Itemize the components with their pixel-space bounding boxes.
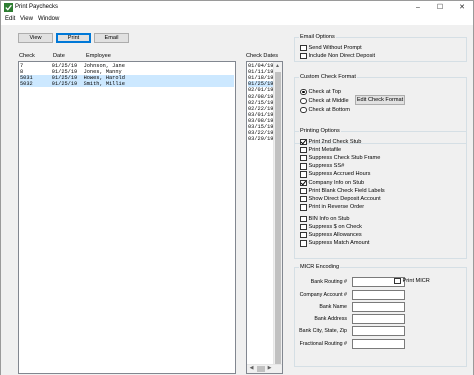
horizontal-scroll-thumb[interactable] <box>257 366 265 372</box>
print-paychecks-window: Print Paychecks – ☐ ✕ Edit View Window V… <box>0 0 474 375</box>
radio-circle[interactable] <box>300 88 307 95</box>
checkbox-label: Suppress Accrued Hours <box>308 171 371 178</box>
dates-horizontal-scrollbar[interactable]: ◀ ▶ <box>247 364 282 373</box>
micr-encoding-group: MICR Encoding Bank Routing # Company Acco… <box>294 264 467 367</box>
micr-field-input[interactable] <box>352 326 405 336</box>
checkbox-box[interactable] <box>300 240 307 247</box>
app-checkmark-icon <box>4 3 13 12</box>
checks-listbox[interactable]: 7 01/25/19 Johnson, Jane 8 01/25/19 Jone… <box>18 61 236 374</box>
column-header-date: Date <box>53 53 65 59</box>
radio-label: Check at Middle <box>308 97 349 104</box>
check-dates-listbox[interactable]: 01/04/19 01/11/19 01/18/19 01/25/19 02/01/19… <box>246 61 283 374</box>
checkbox-label: Print MICR <box>402 277 430 284</box>
checkbox-label: Suppress Match Amount <box>308 240 370 247</box>
checkbox-box[interactable] <box>300 215 307 222</box>
micr-field-label: Bank City, State, Zip <box>299 328 347 334</box>
check-row-4[interactable]: 5032 01/25/19 Smith, Millie <box>20 81 234 88</box>
checkbox-label: Include Non Direct Deposit <box>308 52 376 59</box>
title-bar: Print Paychecks – ☐ ✕ <box>1 1 473 14</box>
radio-label: Check at Bottom <box>308 106 350 113</box>
column-header-employee: Employee <box>86 53 111 59</box>
checkbox-box[interactable] <box>300 138 307 145</box>
scroll-left-icon[interactable]: ◀ <box>247 364 256 373</box>
checkbox-box[interactable] <box>300 187 307 195</box>
checkbox-label: Company Info on Stub <box>308 179 365 186</box>
menu-view[interactable]: View <box>20 16 33 22</box>
email-options-group: Email Options Send Without Prompt Includ… <box>294 34 467 62</box>
checkbox-box[interactable] <box>300 171 307 178</box>
custom-check-format-title: Custom Check Format <box>299 74 357 80</box>
radio-circle[interactable] <box>300 97 307 104</box>
checkbox-label: BIN Info on Stub <box>308 215 350 222</box>
checkbox-label: Print 2nd Check Stub <box>308 138 362 145</box>
check-dates-header: Check Dates <box>246 53 279 59</box>
scroll-thumb[interactable] <box>275 72 281 364</box>
column-header-check: Check <box>19 53 35 59</box>
check-date-row[interactable]: 03/29/19 <box>248 136 274 142</box>
micr-field-label: Bank Name <box>319 304 347 310</box>
checkbox-box[interactable] <box>300 204 307 211</box>
micr-field-input[interactable] <box>352 339 405 349</box>
micr-field-input[interactable] <box>352 302 405 312</box>
checkbox-box[interactable] <box>300 44 307 51</box>
printing-options-group: Printing Options Print 2nd Check Stub Pri… <box>294 128 467 259</box>
main-content: View Print Email Check Date Employee 7 0… <box>1 25 473 375</box>
checkbox-box[interactable] <box>300 52 307 59</box>
radio-circle[interactable] <box>300 106 307 113</box>
micr-field-input[interactable] <box>352 314 405 324</box>
checkbox-label: Print in Reverse Order <box>308 204 365 211</box>
micr-field-label: Fractional Routing # <box>299 341 347 347</box>
email-options-title: Email Options <box>299 34 336 40</box>
view-button[interactable]: View <box>18 33 53 43</box>
checkbox-box[interactable] <box>300 154 307 162</box>
micr-field-label: Company Account # <box>299 292 347 298</box>
minimize-icon[interactable]: – <box>407 1 429 14</box>
checkbox-label: Suppress Check Stub Frame <box>308 154 381 161</box>
checkbox-label: Print Blank Check Field Labels <box>308 187 385 194</box>
checkbox-box[interactable] <box>300 163 307 170</box>
checkbox-box[interactable] <box>300 179 307 186</box>
checkbox-box[interactable] <box>394 277 401 284</box>
menu-window[interactable]: Window <box>38 16 59 22</box>
micr-field-input[interactable] <box>352 290 405 300</box>
checkbox-label: Print Metafile <box>308 146 342 153</box>
checkbox-label: Send Without Prompt <box>308 44 362 51</box>
menu-edit[interactable]: Edit <box>5 16 15 22</box>
email-button[interactable]: Email <box>94 33 129 43</box>
checkbox-label: Suppress Allowances <box>308 231 362 238</box>
checkbox-label: Suppress SS# <box>308 163 345 170</box>
window-title: Print Paychecks <box>15 4 59 10</box>
maximize-icon[interactable]: ☐ <box>429 1 451 14</box>
checkbox-label: Show Direct Deposit Account <box>308 195 381 202</box>
scroll-up-icon[interactable]: ▲ <box>273 62 282 71</box>
edit-check-format-button[interactable]: Edit Check Format <box>355 95 405 105</box>
print-button[interactable]: Print <box>56 33 91 43</box>
micr-encoding-title: MICR Encoding <box>299 264 341 270</box>
scroll-right-icon[interactable]: ▶ <box>265 364 274 373</box>
close-icon[interactable]: ✕ <box>451 1 473 14</box>
checkbox-label: Suppress $ on Check <box>308 223 362 230</box>
checkbox-box[interactable] <box>300 146 307 154</box>
printing-options-title: Printing Options <box>299 128 341 134</box>
micr-field-label: Bank Address <box>314 316 347 322</box>
radio-label: Check at Top <box>308 88 342 95</box>
checkbox-box[interactable] <box>300 223 307 231</box>
checkbox-box[interactable] <box>300 195 307 203</box>
dates-vertical-scrollbar[interactable]: ▲ <box>273 62 282 373</box>
menu-bar: Edit View Window <box>1 14 473 25</box>
micr-field-label: Bank Routing # <box>310 279 347 285</box>
checkbox-box[interactable] <box>300 231 307 239</box>
